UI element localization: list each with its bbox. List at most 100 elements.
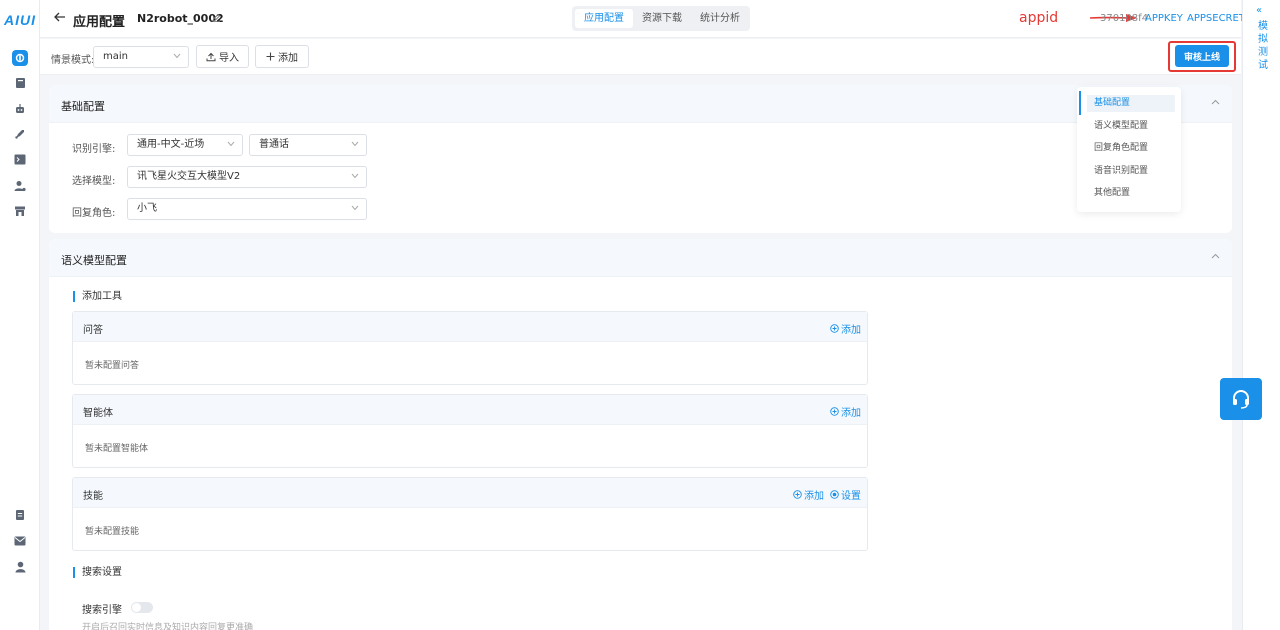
engine-select[interactable]: 通用-中文-近场 bbox=[127, 134, 243, 156]
customer-support-button[interactable] bbox=[1220, 378, 1262, 420]
chevron-down-icon bbox=[351, 173, 359, 179]
skills-tool-header: 技能 添加 设置 bbox=[73, 478, 867, 508]
headset-icon bbox=[1230, 388, 1252, 410]
scene-mode-label: 情景模式: bbox=[51, 55, 95, 66]
robot-icon[interactable] bbox=[12, 101, 28, 117]
basic-config-header[interactable]: 基础配置 bbox=[49, 85, 1232, 123]
collapse-panel-icon[interactable]: « bbox=[1256, 5, 1262, 16]
page-title: 应用配置 bbox=[73, 15, 126, 30]
appid-annotation: appid bbox=[1019, 10, 1059, 26]
review-publish-button[interactable]: 审核上线 bbox=[1175, 45, 1229, 67]
qa-tool-box: 问答 添加 暂未配置问答 bbox=[72, 311, 868, 385]
semantic-config-card: 语义模型配置 添加工具 问答 添加 暂未配置问答 智能体 添加 暂未配置智能体 … bbox=[49, 239, 1232, 630]
skills-settings-label: 设置 bbox=[841, 491, 861, 502]
qa-tool-header: 问答 添加 bbox=[73, 312, 867, 342]
chevron-down-icon bbox=[227, 141, 235, 147]
agent-empty-text: 暂未配置智能体 bbox=[85, 444, 149, 454]
search-settings-heading: 搜索设置 bbox=[73, 567, 122, 578]
skills-tool-name: 技能 bbox=[83, 491, 103, 502]
top-header: 应用配置 N2robot_0002 应用配置 资源下载 统计分析 appid 3… bbox=[40, 0, 1245, 38]
add-scene-label: 添加 bbox=[278, 53, 298, 64]
skills-settings-button[interactable]: 设置 bbox=[830, 487, 861, 502]
agent-tool-header: 智能体 添加 bbox=[73, 395, 867, 425]
agent-tool-name: 智能体 bbox=[83, 408, 113, 419]
qa-tool-name: 问答 bbox=[83, 325, 103, 336]
add-scene-button[interactable]: 添加 bbox=[255, 45, 309, 68]
basic-config-card: 基础配置 识别引擎: 通用-中文-近场 普通话 选择模型: 讯飞星火交互大模型V… bbox=[49, 85, 1232, 233]
add-circle-icon bbox=[830, 407, 839, 416]
document-icon[interactable] bbox=[12, 507, 28, 523]
mail-icon[interactable] bbox=[12, 533, 28, 549]
semantic-config-title: 语义模型配置 bbox=[61, 254, 127, 267]
skills-add-label: 添加 bbox=[804, 491, 824, 502]
appid-value: 370108f4 bbox=[1100, 13, 1149, 24]
anchor-role-config[interactable]: 回复角色配置 bbox=[1087, 140, 1175, 157]
add-circle-icon bbox=[793, 490, 802, 499]
chevron-up-icon[interactable] bbox=[1211, 99, 1220, 105]
chevron-up-icon[interactable] bbox=[1211, 253, 1220, 259]
appkey-link[interactable]: APPKEY bbox=[1145, 13, 1183, 24]
back-arrow-icon[interactable] bbox=[54, 11, 66, 23]
app-icon[interactable] bbox=[12, 50, 28, 66]
rocket-icon[interactable] bbox=[12, 126, 28, 142]
left-rail: AIUI bbox=[0, 0, 40, 630]
agent-add-label: 添加 bbox=[841, 408, 861, 419]
role-label: 回复角色: bbox=[72, 208, 116, 219]
terminal-icon[interactable] bbox=[12, 151, 28, 167]
anchor-semantic-config[interactable]: 语义模型配置 bbox=[1087, 118, 1175, 135]
search-engine-label: 搜索引擎 bbox=[82, 605, 122, 616]
logo: AIUI bbox=[4, 12, 36, 28]
plus-icon bbox=[266, 52, 275, 61]
skills-empty-text: 暂未配置技能 bbox=[85, 527, 140, 537]
tab-statistics[interactable]: 统计分析 bbox=[691, 9, 749, 28]
skills-add-button[interactable]: 添加 bbox=[793, 487, 824, 502]
role-value: 小飞 bbox=[137, 203, 157, 214]
engine-label: 识别引擎: bbox=[72, 144, 116, 155]
tab-resource-download[interactable]: 资源下载 bbox=[633, 9, 691, 28]
import-button[interactable]: 导入 bbox=[196, 45, 249, 68]
simulation-test-toggle[interactable]: 模拟测试 bbox=[1258, 20, 1270, 72]
anchor-indicator bbox=[1079, 91, 1081, 115]
qa-add-label: 添加 bbox=[841, 325, 861, 336]
tab-app-config[interactable]: 应用配置 bbox=[575, 9, 633, 28]
chevron-down-icon bbox=[173, 53, 181, 59]
engine-value: 通用-中文-近场 bbox=[137, 139, 205, 150]
main-tabs: 应用配置 资源下载 统计分析 bbox=[572, 6, 750, 31]
toolbar: 情景模式: main 导入 添加 审核上线 bbox=[40, 39, 1241, 75]
section-anchor-nav: 基础配置 语义模型配置 回复角色配置 语音识别配置 其他配置 bbox=[1077, 87, 1181, 212]
edit-icon[interactable] bbox=[212, 13, 221, 22]
upload-icon bbox=[206, 52, 216, 62]
search-engine-hint: 开启后召回实时信息及知识内容回复更准确 bbox=[82, 623, 254, 630]
model-value: 讯飞星火交互大模型V2 bbox=[137, 171, 241, 182]
user-settings-icon[interactable] bbox=[12, 178, 28, 194]
chevron-down-icon bbox=[351, 141, 359, 147]
person-icon[interactable] bbox=[12, 559, 28, 575]
settings-circle-icon bbox=[830, 490, 839, 499]
add-circle-icon bbox=[830, 324, 839, 333]
agent-add-button[interactable]: 添加 bbox=[830, 404, 861, 419]
model-select[interactable]: 讯飞星火交互大模型V2 bbox=[127, 166, 367, 188]
dialect-select[interactable]: 普通话 bbox=[249, 134, 367, 156]
anchor-basic-config[interactable]: 基础配置 bbox=[1087, 95, 1175, 112]
role-select[interactable]: 小飞 bbox=[127, 198, 367, 220]
search-engine-toggle[interactable] bbox=[131, 602, 153, 613]
anchor-asr-config[interactable]: 语音识别配置 bbox=[1087, 163, 1175, 180]
basic-config-title: 基础配置 bbox=[61, 100, 105, 113]
agent-tool-box: 智能体 添加 暂未配置智能体 bbox=[72, 394, 868, 468]
store-icon[interactable] bbox=[12, 203, 28, 219]
chevron-down-icon bbox=[351, 205, 359, 211]
app-name: N2robot_0002 bbox=[137, 12, 224, 25]
qa-add-button[interactable]: 添加 bbox=[830, 321, 861, 336]
anchor-other-config[interactable]: 其他配置 bbox=[1087, 185, 1175, 202]
scene-mode-value: main bbox=[103, 51, 128, 62]
book-icon[interactable] bbox=[12, 75, 28, 91]
scene-mode-select[interactable]: main bbox=[93, 46, 189, 68]
skills-tool-box: 技能 添加 设置 暂未配置技能 bbox=[72, 477, 868, 551]
import-label: 导入 bbox=[219, 53, 239, 64]
qa-empty-text: 暂未配置问答 bbox=[85, 361, 140, 371]
dialect-value: 普通话 bbox=[259, 139, 289, 150]
add-tools-heading: 添加工具 bbox=[73, 291, 122, 302]
semantic-config-header[interactable]: 语义模型配置 bbox=[49, 239, 1232, 277]
appsecret-link[interactable]: APPSECRET bbox=[1187, 13, 1245, 24]
simulation-panel: « 模拟测试 bbox=[1242, 0, 1280, 630]
